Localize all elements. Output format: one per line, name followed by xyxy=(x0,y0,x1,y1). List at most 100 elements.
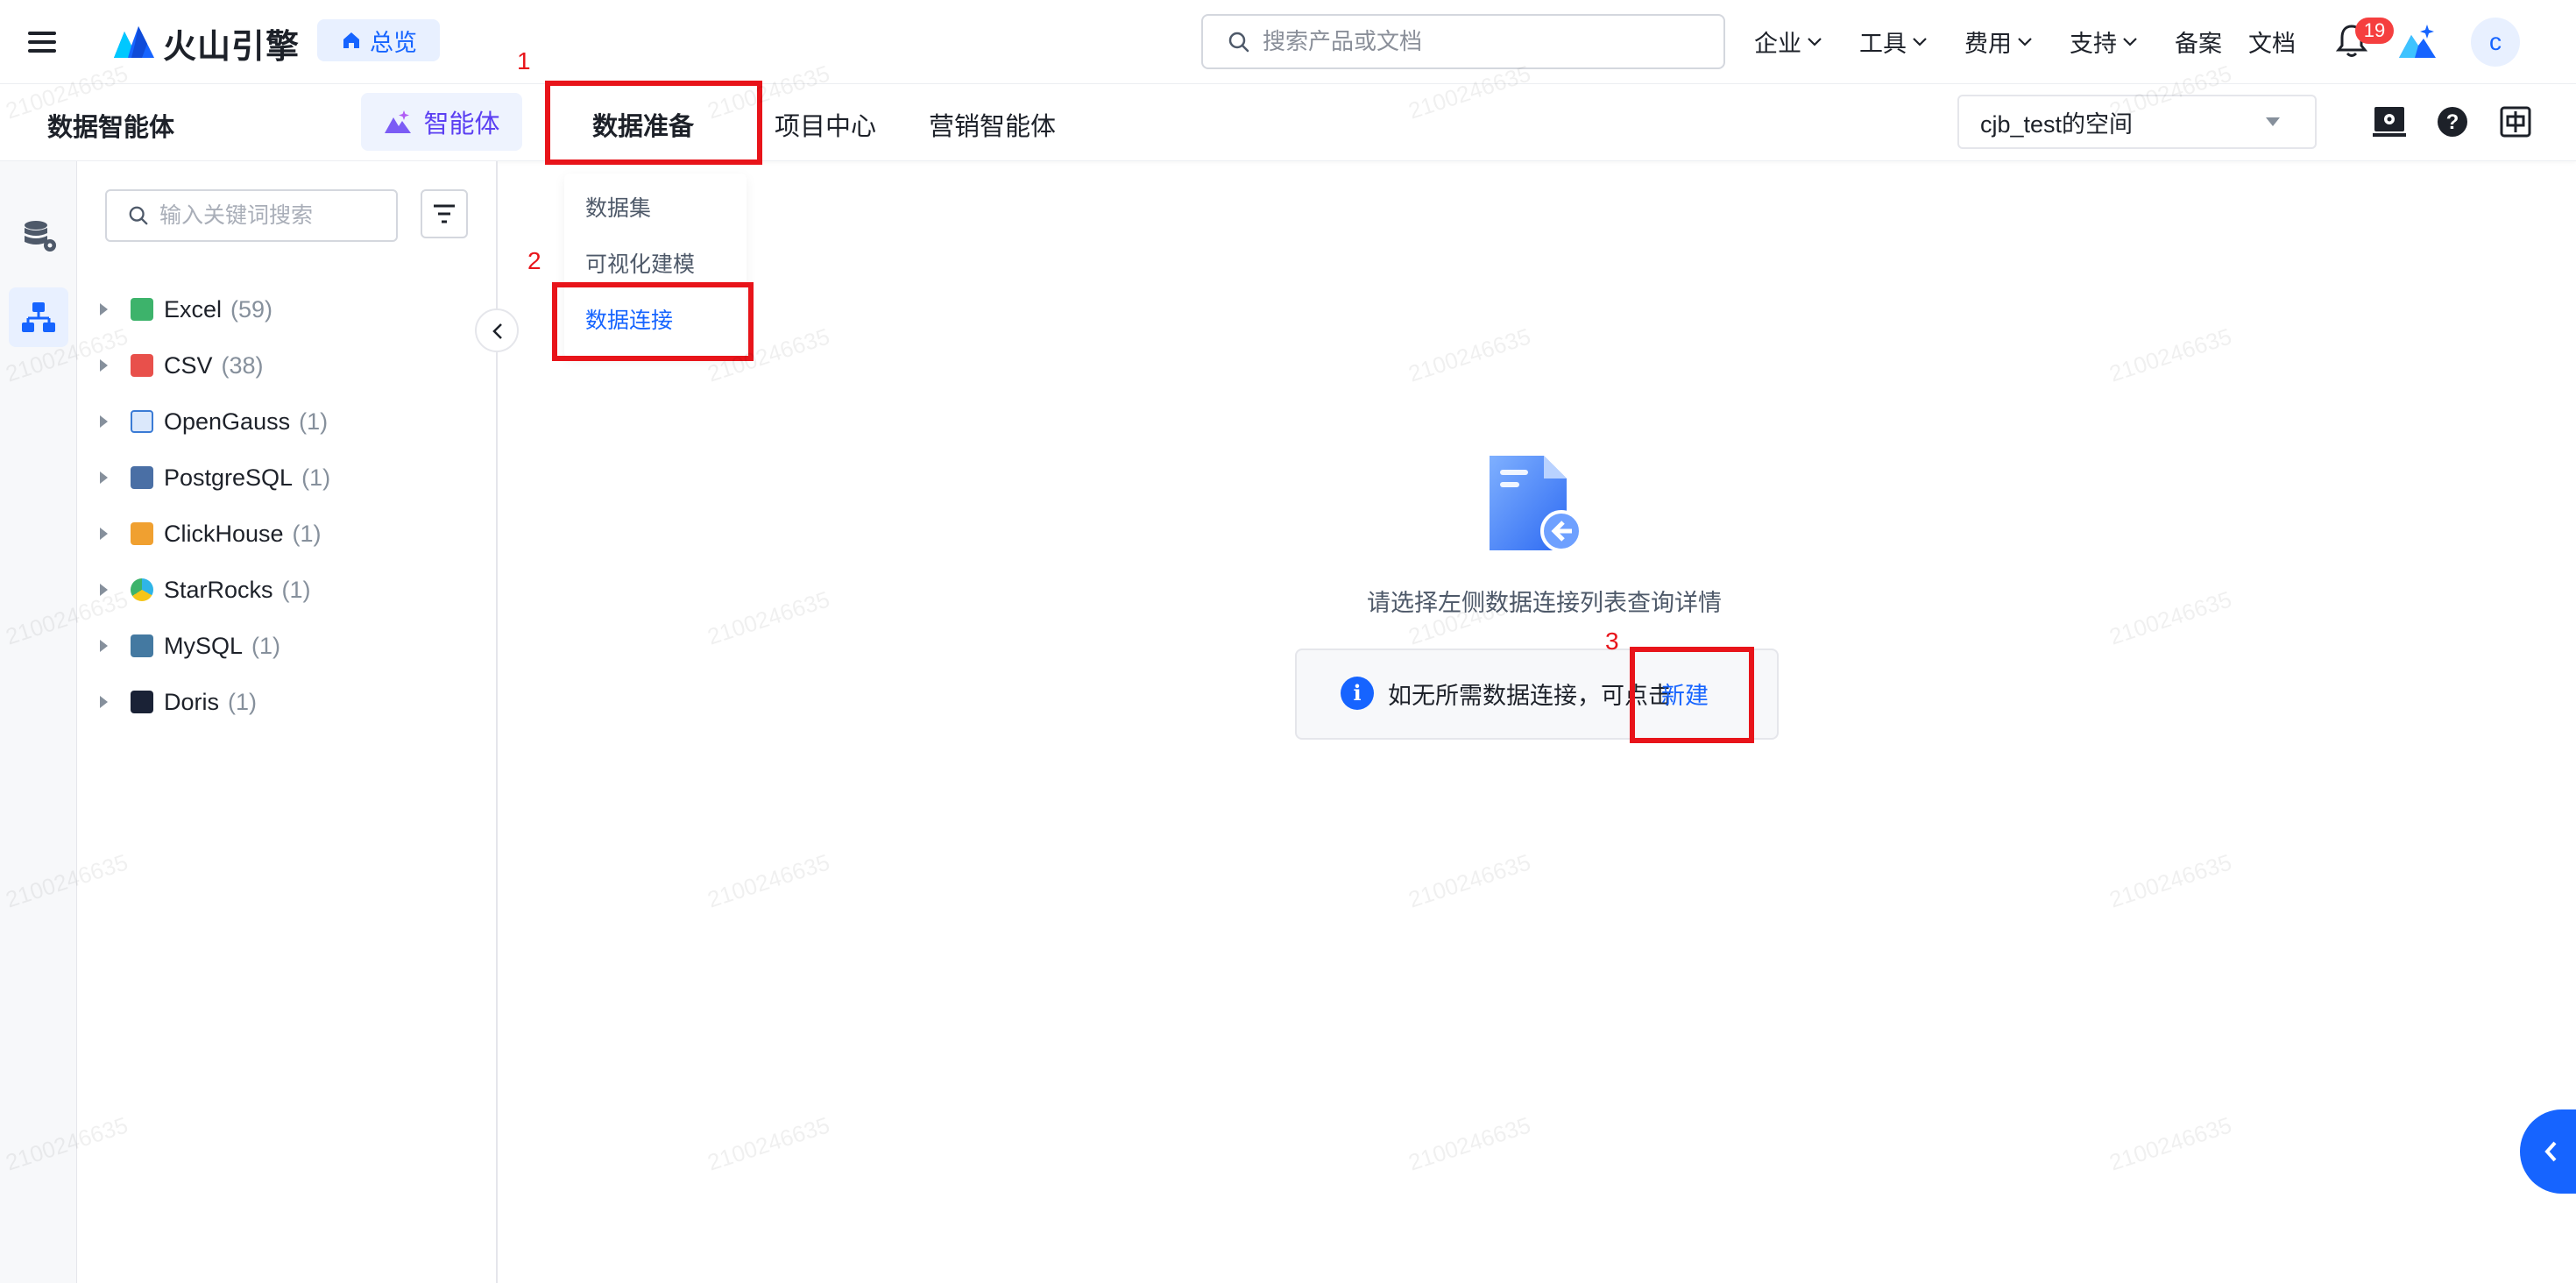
excel-icon xyxy=(131,298,153,321)
tree-search-input[interactable] xyxy=(159,202,387,229)
global-search-input[interactable] xyxy=(1263,28,1701,55)
workspace-select[interactable]: cjb_test的空间 xyxy=(1957,95,2317,149)
csv-icon xyxy=(131,354,153,377)
chevron-down-icon xyxy=(2018,37,2032,46)
tree-item-count: (1) xyxy=(292,520,322,547)
tree-item-name: MySQL xyxy=(164,632,244,659)
tree-item-count: (1) xyxy=(251,632,281,659)
menu-item-dataset[interactable]: 数据集 xyxy=(585,191,651,223)
tree-item-clickhouse[interactable]: ClickHouse (1) xyxy=(98,513,322,555)
info-icon: i xyxy=(1341,677,1374,710)
nav-filing[interactable]: 备案 xyxy=(2175,25,2222,59)
tab-marketing-agent[interactable]: 营销智能体 xyxy=(929,106,1056,143)
tab-agent[interactable]: 智能体 xyxy=(361,93,522,151)
user-avatar[interactable]: c xyxy=(2471,18,2520,67)
chevron-down-icon xyxy=(2123,37,2137,46)
document-back-icon xyxy=(1490,456,1582,552)
ai-assistant-icon[interactable] xyxy=(2397,23,2438,60)
tab-agent-label: 智能体 xyxy=(423,110,500,138)
nav-enterprise[interactable]: 企业 xyxy=(1754,25,1822,59)
caret-right-icon[interactable] xyxy=(100,696,108,708)
watermark: 2100246635 xyxy=(2105,848,2235,913)
tree-item-mysql[interactable]: MySQL (1) xyxy=(98,625,280,667)
annotation-label-3: 3 xyxy=(1605,627,1619,655)
connection-tree-icon xyxy=(22,302,55,332)
tree-item-name: CSV xyxy=(164,351,213,379)
connection-tree-panel: Excel (59) CSV (38) OpenGauss (1) Postgr… xyxy=(77,161,498,1283)
collapse-panel-button[interactable] xyxy=(475,308,519,352)
chevron-down-icon xyxy=(1913,37,1927,46)
global-search[interactable] xyxy=(1201,14,1725,69)
search-icon xyxy=(129,206,148,225)
agent-icon xyxy=(385,110,412,133)
caret-right-icon[interactable] xyxy=(100,528,108,540)
watermark: 2100246635 xyxy=(1405,848,1534,913)
caret-right-icon[interactable] xyxy=(100,471,108,484)
annotation-label-1: 1 xyxy=(517,47,531,74)
tab-project-center[interactable]: 项目中心 xyxy=(775,106,876,143)
rail-data-connection[interactable] xyxy=(9,287,68,347)
tree-item-postgresql[interactable]: PostgreSQL (1) xyxy=(98,457,330,499)
nav-enterprise-label: 企业 xyxy=(1754,31,1801,57)
annotation-label-2: 2 xyxy=(527,247,541,274)
volcengine-logo-icon xyxy=(114,26,154,58)
watermark: 2100246635 xyxy=(2105,1111,2235,1176)
filter-button[interactable] xyxy=(421,189,468,238)
screen-settings-icon[interactable] xyxy=(2369,102,2410,142)
tree-item-name: Doris xyxy=(164,688,220,715)
tree-item-name: PostgreSQL xyxy=(164,464,294,491)
starrocks-icon xyxy=(131,578,153,601)
nav-docs[interactable]: 文档 xyxy=(2248,25,2296,59)
watermark: 2100246635 xyxy=(1405,323,1534,387)
tree-item-opengauss[interactable]: OpenGauss (1) xyxy=(98,400,328,443)
nav-tools-label: 工具 xyxy=(1859,31,1907,57)
tree-item-excel[interactable]: Excel (59) xyxy=(98,288,272,330)
tree-search[interactable] xyxy=(105,189,398,242)
menu-item-visual-modeling[interactable]: 可视化建模 xyxy=(585,247,695,279)
side-expand-button[interactable] xyxy=(2520,1109,2576,1194)
tree-item-doris[interactable]: Doris (1) xyxy=(98,681,257,723)
notification-badge: 19 xyxy=(2355,18,2394,44)
help-icon[interactable]: ? xyxy=(2432,102,2473,142)
annotation-box-3 xyxy=(1630,647,1754,743)
watermark: 2100246635 xyxy=(1405,1111,1534,1176)
product-title: 数据智能体 xyxy=(47,114,175,142)
menu-icon[interactable] xyxy=(26,26,58,58)
icon-rail xyxy=(0,161,77,1283)
svg-text:?: ? xyxy=(2446,110,2459,134)
brand-name[interactable]: 火山引擎 xyxy=(163,19,300,67)
tree-item-name: StarRocks xyxy=(164,576,273,603)
caret-right-icon[interactable] xyxy=(100,303,108,315)
caret-right-icon[interactable] xyxy=(100,640,108,652)
empty-state-message: 请选择左侧数据连接列表查询详情 xyxy=(1367,590,1722,616)
nav-billing[interactable]: 费用 xyxy=(1964,25,2033,59)
language-toggle-icon[interactable] xyxy=(2495,102,2536,142)
watermark: 2100246635 xyxy=(2105,323,2235,387)
tree-item-count: (59) xyxy=(230,295,273,323)
nav-support[interactable]: 支持 xyxy=(2070,25,2138,59)
caret-right-icon[interactable] xyxy=(100,415,108,428)
overview-label: 总览 xyxy=(370,29,417,56)
tree-item-csv[interactable]: CSV (38) xyxy=(98,344,264,386)
chevron-left-icon xyxy=(2544,1141,2557,1162)
tree-item-count: (1) xyxy=(281,576,311,603)
tree-item-name: Excel xyxy=(164,295,223,323)
search-icon xyxy=(1228,32,1249,52)
product-bar: 数据智能体 智能体 数据准备 项目中心 营销智能体 cjb_test的空间 ? xyxy=(0,84,2576,161)
tree-item-starrocks[interactable]: StarRocks (1) xyxy=(98,569,311,611)
postgresql-icon xyxy=(131,466,153,489)
caret-down-icon xyxy=(2266,117,2280,126)
caret-right-icon[interactable] xyxy=(100,584,108,596)
home-icon xyxy=(343,32,359,48)
nav-tools[interactable]: 工具 xyxy=(1859,25,1928,59)
tree-item-count: (1) xyxy=(228,688,258,715)
tree-item-count: (38) xyxy=(221,351,264,379)
database-settings-icon[interactable] xyxy=(21,217,58,254)
tree-item-name: ClickHouse xyxy=(164,520,284,547)
tree-item-count: (1) xyxy=(299,408,329,435)
clickhouse-icon xyxy=(131,522,153,545)
overview-button[interactable]: 总览 xyxy=(317,19,440,61)
annotation-box-1 xyxy=(545,81,762,165)
caret-right-icon[interactable] xyxy=(100,359,108,372)
watermark: 2100246635 xyxy=(704,848,833,913)
